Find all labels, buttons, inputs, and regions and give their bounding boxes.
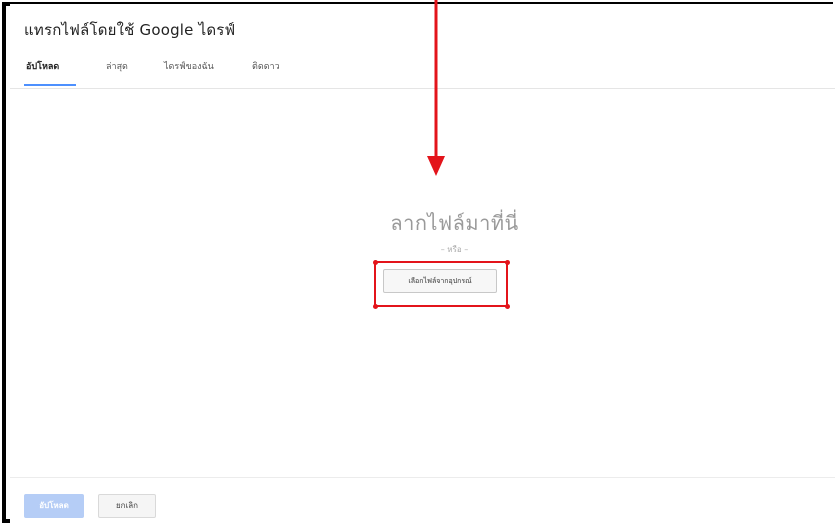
- or-separator: – หรือ –: [440, 245, 469, 254]
- tab-my-drive[interactable]: ไดรฟ์ของฉัน: [164, 60, 234, 86]
- annotation-highlight-box: [372, 259, 510, 309]
- cancel-button[interactable]: ยกเลิก: [98, 494, 156, 518]
- drop-zone[interactable]: ลากไฟล์มาที่นี่ – หรือ – เลือกไฟล์จากอุป…: [10, 89, 835, 477]
- upload-button[interactable]: อัปโหลด: [24, 494, 84, 518]
- tab-recent[interactable]: ล่าสุด: [106, 60, 164, 86]
- footer-divider: [10, 477, 835, 478]
- annotation-arrow-icon: [427, 0, 445, 176]
- insert-file-dialog: แทรกไฟล์โดยใช้ Google ไดรฟ์ อัปโหลด ล่าส…: [10, 4, 835, 525]
- drop-prompt: ลากไฟล์มาที่นี่: [390, 211, 519, 235]
- annotation-corner-dot: [504, 303, 510, 309]
- dialog-title: แทรกไฟล์โดยใช้ Google ไดรฟ์: [24, 21, 236, 39]
- annotation-corner-dot: [504, 259, 510, 265]
- tab-upload[interactable]: อัปโหลด: [24, 60, 76, 86]
- tab-starred[interactable]: ติดดาว: [252, 60, 312, 86]
- annotation-corner-dot: [372, 303, 378, 309]
- tab-bar: อัปโหลด ล่าสุด ไดรฟ์ของฉัน ติดดาว: [24, 60, 312, 86]
- annotation-corner-dot: [372, 259, 378, 265]
